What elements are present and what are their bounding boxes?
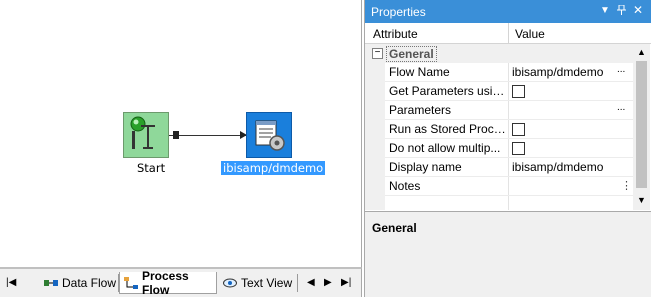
next-tab-icon[interactable]: ▶ <box>324 277 332 288</box>
more-options-icon[interactable]: ⋮ <box>621 179 632 192</box>
property-row-get-parameters[interactable]: Get Parameters usin... <box>365 82 633 101</box>
last-tab-icon[interactable]: ▶| <box>341 277 351 288</box>
tab-data-flow[interactable]: Data Flow <box>40 272 118 294</box>
tab-text-view[interactable]: Text View <box>219 272 293 294</box>
tab-process-flow-label: Process Flow <box>142 268 189 297</box>
scroll-up-icon[interactable]: ▲ <box>637 47 646 57</box>
data-flow-icon <box>44 277 58 289</box>
property-name: Parameters <box>389 103 452 117</box>
dropdown-arrow-icon[interactable]: ▼ <box>600 5 610 16</box>
property-checkbox[interactable] <box>512 85 525 98</box>
column-divider[interactable] <box>508 23 509 44</box>
tab-data-flow-label: Data Flow <box>62 276 117 290</box>
value-column-header: Value <box>515 27 545 41</box>
property-row-run-as-stored-procedure[interactable]: Run as Stored Proce... <box>365 120 633 139</box>
property-name: Notes <box>389 179 421 193</box>
tab-text-view-label: Text View <box>241 276 293 290</box>
scroll-down-icon[interactable]: ▼ <box>637 195 646 205</box>
first-tab-icon[interactable]: |◀ <box>6 277 16 288</box>
property-name: Run as Stored Proce... <box>389 122 507 136</box>
scrollbar-thumb[interactable] <box>636 61 647 188</box>
flow-connector[interactable] <box>169 135 246 136</box>
property-value-field[interactable]: ibisamp/dmdemo <box>512 160 618 174</box>
start-node-icon[interactable] <box>123 112 169 158</box>
property-grid: − General Flow Name ibisamp/dmdemo ... G… <box>365 44 633 210</box>
tab-process-flow[interactable]: Process Flow <box>119 268 217 297</box>
properties-title: Properties <box>371 5 426 19</box>
pin-icon[interactable] <box>617 4 626 18</box>
property-name: Do not allow multip... <box>389 141 501 155</box>
stored-procedure-node-icon[interactable] <box>246 112 292 158</box>
property-row-display-name[interactable]: Display name ibisamp/dmdemo <box>365 158 633 177</box>
tab-divider <box>297 274 298 292</box>
previous-tab-icon[interactable]: ◀ <box>307 277 315 288</box>
property-row-empty <box>365 196 633 210</box>
ellipsis-button[interactable]: ... <box>617 64 625 75</box>
category-row-general[interactable]: − General <box>365 44 633 63</box>
connector-handle[interactable] <box>173 131 179 139</box>
property-description-pane: General <box>365 211 651 297</box>
attribute-column-header: Attribute <box>373 27 418 41</box>
property-row-notes[interactable]: Notes ⋮ <box>365 177 633 196</box>
collapse-icon[interactable]: − <box>372 48 383 59</box>
properties-column-header: Attribute Value <box>365 23 651 44</box>
property-checkbox[interactable] <box>512 142 525 155</box>
process-flow-canvas[interactable]: Start ibisamp/dmdemo <box>0 0 362 268</box>
ellipsis-button[interactable]: ... <box>617 102 625 113</box>
category-label: General <box>386 46 437 62</box>
view-tab-strip: |◀ Data Flow Process Flow Text View ◀ ▶ … <box>0 268 362 297</box>
property-grid-scrollbar[interactable]: ▲ ▼ <box>633 44 650 210</box>
description-title: General <box>372 221 417 235</box>
properties-titlebar[interactable]: Properties ▼ ✕ <box>365 0 651 23</box>
stored-procedure-node-label[interactable]: ibisamp/dmdemo <box>221 161 326 175</box>
start-node-label[interactable]: Start <box>137 161 165 175</box>
process-flow-icon <box>124 276 138 289</box>
properties-panel: Properties ▼ ✕ Attribute Value − General… <box>364 0 651 297</box>
property-row-parameters[interactable]: Parameters ... <box>365 101 633 120</box>
property-row-flow-name[interactable]: Flow Name ibisamp/dmdemo ... <box>365 63 633 82</box>
property-row-do-not-allow-multiple[interactable]: Do not allow multip... <box>365 139 633 158</box>
property-name: Get Parameters usin... <box>389 84 507 98</box>
property-name: Flow Name <box>389 65 450 79</box>
property-value-field[interactable]: ibisamp/dmdemo <box>512 65 618 79</box>
property-checkbox[interactable] <box>512 123 525 136</box>
text-view-icon <box>223 277 237 289</box>
close-icon[interactable]: ✕ <box>633 3 643 17</box>
property-name: Display name <box>389 160 462 174</box>
